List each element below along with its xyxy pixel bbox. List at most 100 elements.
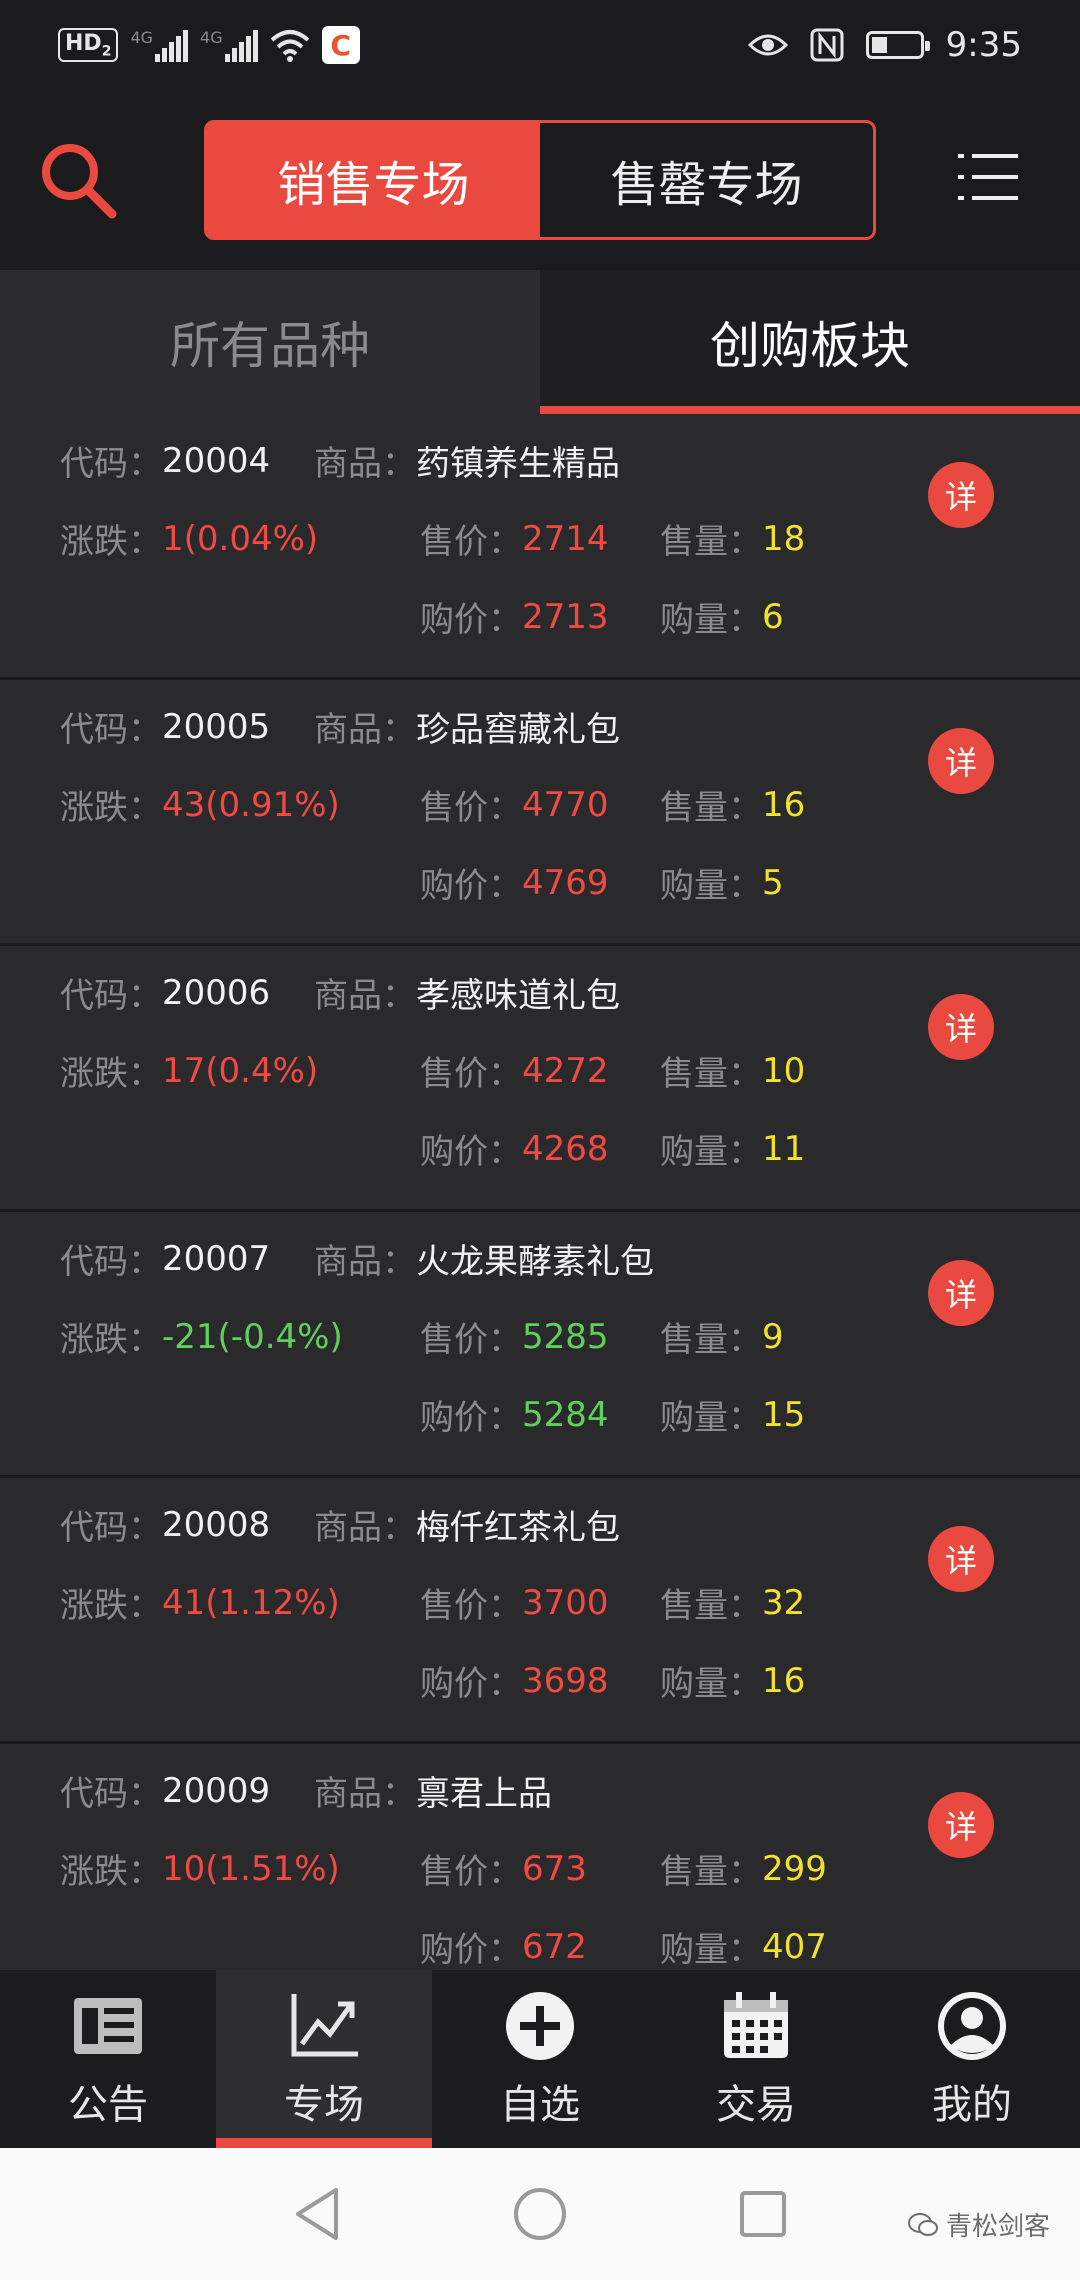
buy-price: 672 (522, 1926, 587, 1967)
segment-soldout[interactable]: 售罄专场 (540, 123, 873, 237)
nav-special[interactable]: 专场 (216, 1970, 432, 2148)
sell-price-row: 售价： 2714 (420, 514, 609, 563)
product-code: 20005 (162, 706, 271, 747)
product-item[interactable]: 代码： 20005 商品： 珍品窖藏礼包 涨跌： 43(0.91%) 售价： 4… (0, 680, 1080, 946)
nav-label-favorites: 自选 (500, 2082, 580, 2128)
segment-control: 销售专场 售罄专场 (204, 120, 876, 240)
network-type-2: 4G (200, 28, 223, 47)
status-right: 9:35 (747, 25, 1022, 65)
product-name: 孝感味道礼包 (416, 976, 620, 1016)
change-row: 涨跌： 17(0.4%) (60, 1046, 318, 1095)
code-label: 代码： (60, 1242, 162, 1282)
buy-qty: 6 (762, 596, 784, 637)
product-name: 药镇养生精品 (416, 444, 620, 484)
detail-button[interactable]: 详 (928, 1260, 994, 1326)
code-label: 代码： (60, 444, 162, 484)
nav-announcement[interactable]: 公告 (0, 1970, 216, 2148)
product-code: 20008 (162, 1504, 271, 1545)
buy-qty-row: 购量： 11 (660, 1124, 805, 1173)
detail-button[interactable]: 详 (928, 994, 994, 1060)
product-item[interactable]: 代码： 20009 商品： 禀君上品 涨跌： 10(1.51%) 售价： 673… (0, 1744, 1080, 1970)
change-label: 涨跌： (60, 1852, 162, 1892)
sell-qty-row: 售量： 10 (660, 1046, 805, 1095)
sell-qty: 299 (762, 1848, 827, 1889)
nfc-icon (810, 28, 844, 62)
buy-qty-row: 购量： 6 (660, 592, 784, 641)
buy-price-row: 购价： 5284 (420, 1390, 609, 1439)
sell-qty-row: 售量： 18 (660, 514, 805, 563)
product-code: 20007 (162, 1238, 271, 1279)
buy-price: 2713 (522, 596, 609, 637)
bottom-nav: 公告 专场 自选 交易 我的 (0, 1970, 1080, 2148)
nav-trade[interactable]: 交易 (648, 1970, 864, 2148)
buy-qty-label: 购量： (660, 1132, 762, 1172)
status-left: HD2 4G 4G C (58, 26, 360, 64)
buy-price-label: 购价： (420, 600, 522, 640)
recents-icon[interactable] (738, 2189, 788, 2239)
buy-price: 4268 (522, 1128, 609, 1169)
home-icon[interactable] (512, 2186, 568, 2242)
change-label: 涨跌： (60, 1054, 162, 1094)
code-label: 代码： (60, 976, 162, 1016)
change-row: 涨跌： 1(0.04%) (60, 514, 318, 563)
category-tabs: 所有品种 创购板块 (0, 270, 1080, 414)
buy-qty: 5 (762, 862, 784, 903)
menu-icon[interactable] (958, 152, 1018, 202)
clock: 9:35 (945, 25, 1022, 65)
sell-qty-label: 售量： (660, 788, 762, 828)
nav-mine[interactable]: 我的 (864, 1970, 1080, 2148)
tab-all-varieties[interactable]: 所有品种 (0, 270, 540, 414)
detail-button[interactable]: 详 (928, 1792, 994, 1858)
nav-favorites[interactable]: 自选 (432, 1970, 648, 2148)
segment-sale[interactable]: 销售专场 (207, 123, 540, 237)
buy-price-row: 购价： 3698 (420, 1656, 609, 1705)
sell-qty: 18 (762, 518, 806, 559)
buy-qty-label: 购量： (660, 1664, 762, 1704)
detail-button[interactable]: 详 (928, 728, 994, 794)
product-label: 商品： (314, 1242, 416, 1282)
back-icon[interactable] (292, 2186, 342, 2242)
product-item[interactable]: 代码： 20008 商品： 梅仟红茶礼包 涨跌： 41(1.12%) 售价： 3… (0, 1478, 1080, 1744)
product-name-row: 商品： 梅仟红茶礼包 (314, 1500, 620, 1549)
sell-qty-row: 售量： 16 (660, 780, 805, 829)
watermark-text: 青松剑客 (945, 2212, 1050, 2242)
product-name: 禀君上品 (416, 1774, 552, 1814)
buy-price-row: 购价： 2713 (420, 592, 609, 641)
detail-button[interactable]: 详 (928, 1526, 994, 1592)
price-change: 17(0.4%) (162, 1050, 319, 1091)
plus-circle-icon (506, 1992, 574, 2060)
buy-qty-label: 购量： (660, 1930, 762, 1970)
user-icon (938, 1992, 1006, 2060)
hd-indicator: HD2 (58, 27, 119, 63)
detail-button[interactable]: 详 (928, 462, 994, 528)
buy-qty-label: 购量： (660, 1398, 762, 1438)
code-row: 代码： 20004 (60, 436, 270, 485)
price-change: 10(1.51%) (162, 1848, 340, 1889)
app-notification-icon: C (321, 26, 360, 64)
status-bar: HD2 4G 4G C 9:35 (0, 0, 1080, 90)
header: 销售专场 售罄专场 (0, 90, 1080, 270)
change-label: 涨跌： (60, 788, 162, 828)
wechat-icon (907, 2212, 938, 2236)
product-item[interactable]: 代码： 20006 商品： 孝感味道礼包 涨跌： 17(0.4%) 售价： 42… (0, 946, 1080, 1212)
sell-qty-label: 售量： (660, 1320, 762, 1360)
sell-qty: 16 (762, 784, 806, 825)
nav-label-trade: 交易 (716, 2082, 796, 2128)
code-row: 代码： 20007 (60, 1234, 270, 1283)
search-icon[interactable] (36, 138, 120, 222)
code-label: 代码： (60, 1774, 162, 1814)
sell-price: 3700 (522, 1582, 609, 1623)
sell-price-label: 售价： (420, 1852, 522, 1892)
product-item[interactable]: 代码： 20004 商品： 药镇养生精品 涨跌： 1(0.04%) 售价： 27… (0, 414, 1080, 680)
sell-price: 5285 (522, 1316, 609, 1357)
calendar-icon (724, 1992, 788, 2058)
buy-qty-label: 购量： (660, 600, 762, 640)
sell-qty-label: 售量： (660, 1054, 762, 1094)
buy-price-label: 购价： (420, 866, 522, 906)
tab-chuanggou[interactable]: 创购板块 (540, 270, 1080, 414)
product-code: 20009 (162, 1770, 271, 1811)
product-item[interactable]: 代码： 20007 商品： 火龙果酵素礼包 涨跌： -21(-0.4%) 售价：… (0, 1212, 1080, 1478)
sell-price-row: 售价： 673 (420, 1844, 587, 1893)
product-label: 商品： (314, 1508, 416, 1548)
buy-price-label: 购价： (420, 1664, 522, 1704)
